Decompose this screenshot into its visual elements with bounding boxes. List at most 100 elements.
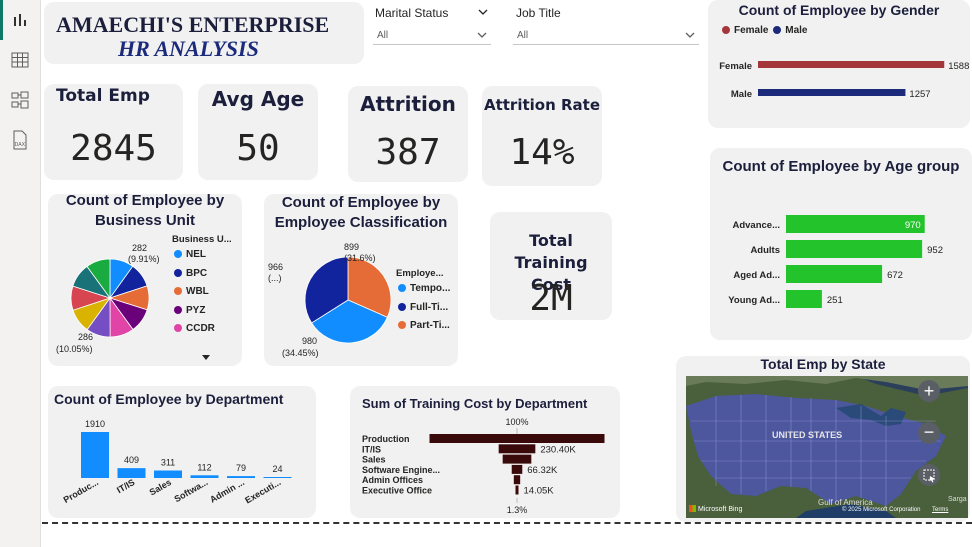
funnel-bar bbox=[429, 434, 605, 443]
legend-item-female[interactable]: Female bbox=[722, 25, 768, 36]
legend-item[interactable]: Tempo... bbox=[398, 283, 450, 294]
bar-value-label: 1257 bbox=[909, 89, 930, 100]
header-title-line1: AMAECHI'S ENTERPRISE bbox=[56, 12, 330, 37]
legend-item[interactable]: NEL bbox=[174, 249, 206, 260]
funnel-category-label: IT/IS bbox=[362, 444, 381, 454]
bar-label: Female bbox=[719, 61, 752, 72]
age-group-bar-chart: Advance... 970 Adults 952 Aged Ad... 672 Young… bbox=[728, 215, 943, 308]
job-title-dropdown[interactable]: All bbox=[513, 25, 699, 45]
data-label-bottom-percent: (10.05%) bbox=[56, 344, 93, 354]
gender-bar bbox=[758, 61, 945, 68]
bar-value-label: 970 bbox=[905, 220, 921, 231]
funnel-bar bbox=[515, 485, 519, 495]
job-title-value: All bbox=[517, 30, 529, 41]
legend-dot-male bbox=[773, 26, 782, 34]
attrition-rate-label: Attrition Rate bbox=[483, 96, 601, 114]
bing-logo: Microsoft Bing bbox=[689, 505, 742, 513]
legend-item[interactable]: WBL bbox=[174, 286, 209, 297]
map-select-button[interactable] bbox=[918, 464, 940, 486]
legend-dot bbox=[174, 305, 182, 314]
legend-label: NEL bbox=[186, 249, 206, 260]
active-view-indicator bbox=[0, 0, 3, 40]
funnel-bottom-percent: 1.3% bbox=[507, 505, 528, 515]
bar-label: Advance... bbox=[732, 220, 780, 231]
age-bar bbox=[786, 290, 822, 308]
legend-item[interactable]: CCDR bbox=[174, 323, 215, 334]
table-view-icon[interactable] bbox=[8, 48, 32, 72]
job-title-slicer-label: Job Title bbox=[516, 6, 561, 20]
gender-bar-chart: Female 1588 Male 1257 bbox=[719, 61, 969, 100]
bar-value-label: 79 bbox=[236, 463, 246, 473]
legend-item[interactable]: Part-Ti... bbox=[398, 320, 450, 331]
business-unit-legend-title: Business U... bbox=[172, 234, 232, 245]
data-label-value: 966 bbox=[268, 262, 283, 272]
business-unit-pie-chart: 282(9.91%) 286 (10.05%) bbox=[56, 243, 160, 354]
model-view-icon[interactable] bbox=[8, 88, 32, 112]
bar-value-label: 24 bbox=[272, 464, 282, 474]
title-card: AMAECHI'S ENTERPRISE HR ANALYSIS bbox=[44, 2, 364, 64]
map-gulf-label: Gulf of America bbox=[818, 498, 873, 507]
data-label-value: 980 bbox=[302, 336, 317, 346]
map-sargasso-label: Sarga bbox=[948, 496, 967, 503]
classification-chart-card: Count of Employee by Employee Classifica… bbox=[264, 194, 458, 366]
data-label-bottom-value: 286 bbox=[78, 332, 93, 342]
bar-label: Adults bbox=[750, 245, 780, 256]
bar-label: Male bbox=[731, 89, 752, 100]
legend-item-male[interactable]: Male bbox=[771, 25, 807, 36]
training-cost-funnel-chart: 100% ProductionIT/IS 230.40K SalesSoftware … bbox=[362, 417, 605, 515]
attrition-value: 387 bbox=[375, 132, 441, 173]
data-label-percent: (31.6%) bbox=[344, 253, 376, 263]
classification-chart-title: Count of Employee by Employee Classifica… bbox=[274, 194, 448, 231]
training-cost-card: Total Training Cost 2M bbox=[490, 212, 612, 320]
legend-label: WBL bbox=[186, 286, 209, 297]
marital-status-slicer-label: Marital Status bbox=[375, 6, 449, 20]
attrition-card: Attrition 387 bbox=[348, 86, 468, 182]
funnel-value-label: 66.32K bbox=[527, 465, 558, 476]
zoom-in-button[interactable]: + bbox=[918, 380, 940, 402]
department-chart-title: Count of Employee by Department bbox=[54, 391, 284, 407]
header-title-line2: HR ANALYSIS bbox=[118, 36, 259, 61]
legend-dot bbox=[174, 250, 182, 258]
legend-item[interactable]: BPC bbox=[174, 268, 207, 279]
department-chart-card: Count of Employee by Department 1910 Prod… bbox=[48, 386, 316, 518]
funnel-bar bbox=[498, 444, 536, 454]
business-unit-chart-card: Count of Employee by Business Unit 282 (9… bbox=[48, 192, 242, 366]
gender-bar bbox=[758, 89, 906, 96]
zoom-out-button[interactable]: − bbox=[918, 422, 940, 444]
legend-item[interactable]: Full-Ti... bbox=[398, 302, 448, 313]
report-view-icon[interactable] bbox=[8, 8, 32, 32]
bar-label: Young Ad... bbox=[728, 295, 780, 306]
classification-legend-title: Employe... bbox=[396, 268, 444, 279]
bar-value-label: 311 bbox=[161, 458, 175, 468]
dax-query-view-icon[interactable]: DAX bbox=[8, 128, 32, 152]
business-unit-chart-title: Count of Employee by Business Unit bbox=[65, 192, 225, 229]
state-map-card: Total Emp by State UNITED STATES Gulf of… bbox=[676, 356, 970, 522]
funnel-category-label: Software Engine... bbox=[362, 465, 440, 475]
svg-text:DAX: DAX bbox=[15, 142, 26, 148]
map-area[interactable]: UNITED STATES Gulf of America Sarga Micr… bbox=[686, 376, 968, 518]
total-emp-card: Total Emp 2845 bbox=[44, 84, 183, 180]
marital-status-dropdown[interactable]: All bbox=[373, 25, 491, 45]
legend-item[interactable]: PYZ bbox=[174, 305, 205, 316]
legend-label: Part-Ti... bbox=[410, 320, 450, 331]
funnel-bar bbox=[511, 464, 523, 474]
department-bar bbox=[154, 470, 182, 478]
map-terms-link[interactable]: Terms bbox=[932, 507, 948, 513]
category-label: Softwa... bbox=[172, 477, 209, 504]
funnel-category-label: Executive Office bbox=[362, 486, 432, 496]
attrition-rate-card: Attrition Rate 14% bbox=[482, 86, 602, 186]
avg-age-label: Avg Age bbox=[211, 87, 305, 111]
legend-scroll-down-icon[interactable] bbox=[202, 355, 210, 361]
bar-value-label: 672 bbox=[887, 270, 903, 281]
legend-dot bbox=[398, 284, 406, 292]
category-label: Admin ... bbox=[208, 477, 246, 505]
chevron-down-icon[interactable] bbox=[478, 8, 488, 16]
legend-label: PYZ bbox=[186, 304, 206, 316]
report-canvas: AMAECHI'S ENTERPRISE HR ANALYSIS Marital… bbox=[42, 0, 972, 522]
map-country-label: UNITED STATES bbox=[772, 430, 843, 440]
age-group-chart-title: Count of Employee by Age group bbox=[722, 158, 960, 175]
total-emp-value: 2845 bbox=[70, 128, 157, 169]
page-boundary-line bbox=[42, 522, 972, 524]
marital-status-value: All bbox=[377, 30, 389, 41]
legend-dot bbox=[398, 321, 406, 329]
